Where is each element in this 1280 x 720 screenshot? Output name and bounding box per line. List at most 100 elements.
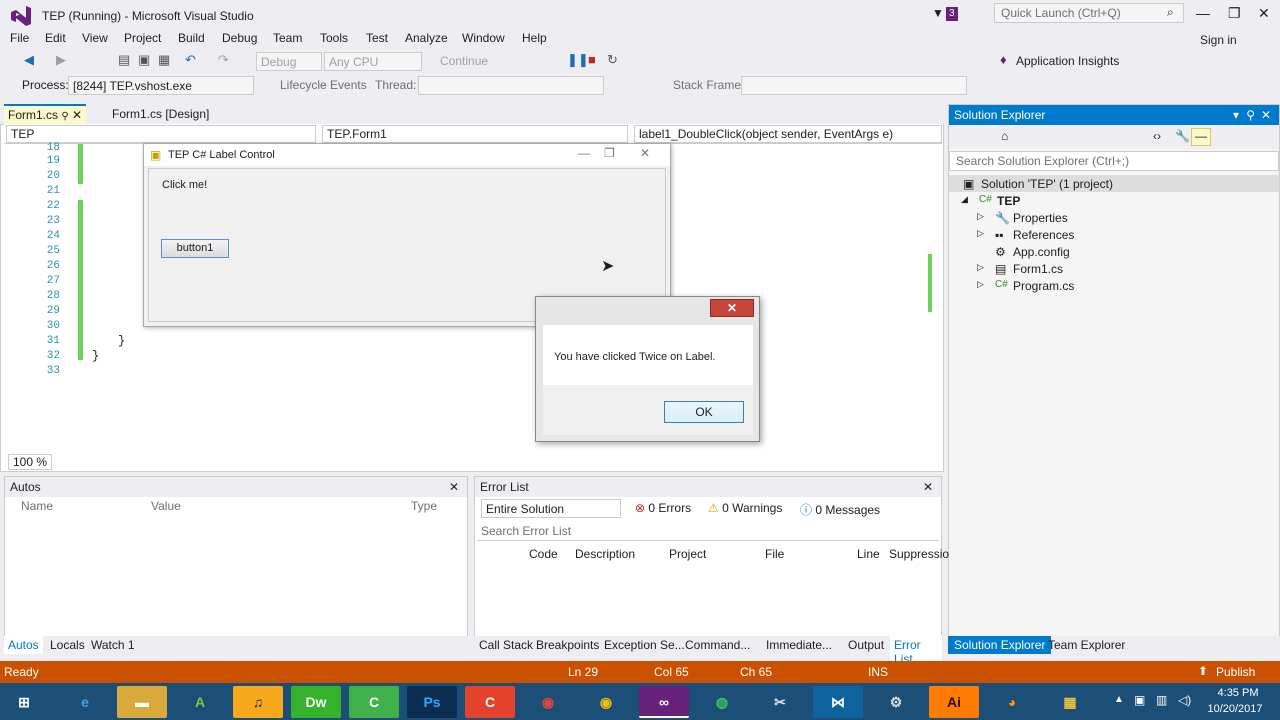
tab-command[interactable]: Command... [685, 638, 750, 652]
col-suppression[interactable]: Suppressio [889, 547, 949, 561]
menu-analyze[interactable]: Analyze [405, 31, 448, 45]
back-icon[interactable]: ◀ [24, 52, 34, 68]
tab-immediate[interactable]: Immediate... [766, 638, 832, 652]
col-type[interactable]: Type [411, 499, 437, 513]
clock-time[interactable]: 4:35 PM [1210, 687, 1266, 699]
save-icon[interactable]: ▣ [138, 52, 150, 68]
chrome-icon[interactable]: ◉ [523, 686, 573, 718]
collapse-arrow-icon[interactable]: ▷ [977, 262, 984, 273]
messages-filter[interactable]: ⓘ 0 Messages [800, 501, 880, 518]
project-node[interactable]: TEP [997, 194, 1020, 208]
ok-button[interactable]: OK [664, 401, 744, 423]
search-icon[interactable]: ⌕ [1167, 5, 1174, 20]
collapse-arrow-icon[interactable]: ▷ [977, 279, 984, 290]
publish-up-icon[interactable]: ⬆ [1198, 664, 1208, 678]
volume-icon[interactable]: ◁) [1178, 693, 1191, 707]
menu-debug[interactable]: Debug [222, 31, 257, 45]
snipping-tool-icon[interactable]: ✂ [755, 686, 805, 718]
continue-button[interactable]: Continue [440, 54, 488, 68]
form-maximize-button[interactable]: ❐ [604, 146, 615, 160]
android-studio-icon[interactable]: A [175, 686, 225, 718]
save-all-icon[interactable]: ▦ [158, 52, 170, 68]
visual-studio-taskbar-icon[interactable]: ∞ [639, 686, 689, 718]
thread-dropdown[interactable] [418, 76, 604, 95]
folder-icon[interactable]: ▦ [1045, 686, 1095, 718]
col-project[interactable]: Project [669, 547, 706, 561]
vscode-icon[interactable]: ⋈ [813, 686, 863, 718]
publish-button[interactable]: Publish [1216, 665, 1255, 679]
close-button[interactable]: ✕ [1258, 5, 1270, 22]
solution-node[interactable]: Solution 'TEP' (1 project) [981, 177, 1113, 191]
col-value[interactable]: Value [151, 499, 181, 513]
tab-team-explorer[interactable]: Team Explorer [1048, 638, 1125, 652]
stop-icon[interactable]: ■ [588, 52, 596, 67]
tab-locals[interactable]: Locals [50, 638, 85, 652]
menu-help[interactable]: Help [522, 31, 547, 45]
notification-badge[interactable]: 3 [946, 7, 958, 21]
codeblocks-icon[interactable]: C [465, 686, 515, 718]
globe-icon[interactable]: ◍ [697, 686, 747, 718]
collapse-arrow-icon[interactable]: ▷ [977, 228, 984, 239]
tab-output[interactable]: Output [848, 638, 884, 652]
tab-close-icon[interactable]: ✕ [72, 108, 82, 122]
minimize-button[interactable]: — [1196, 5, 1210, 21]
maximize-button[interactable]: ❐ [1228, 5, 1241, 22]
tab-breakpoints[interactable]: Breakpoints [536, 638, 599, 652]
chrome-second-icon[interactable]: ◉ [581, 686, 631, 718]
menu-build[interactable]: Build [178, 31, 205, 45]
click-me-label[interactable]: Click me! [162, 179, 207, 191]
tray-app-icon[interactable]: ▣ [1134, 693, 1145, 707]
zoom-dropdown[interactable]: 100 % [8, 454, 53, 470]
tab-call-stack[interactable]: Call Stack [479, 638, 533, 652]
tab-form1-cs[interactable]: Form1.cs ⚲ ✕ [4, 104, 87, 124]
tree-item-references[interactable]: References [1013, 228, 1074, 242]
application-insights-button[interactable]: Application Insights [1016, 54, 1119, 68]
menu-test[interactable]: Test [366, 31, 388, 45]
menu-team[interactable]: Team [273, 31, 302, 45]
tab-form1-design[interactable]: Form1.cs [Design] [108, 104, 213, 124]
col-description[interactable]: Description [575, 547, 635, 561]
camtasia-icon[interactable]: C [349, 686, 399, 718]
clock-date[interactable]: 10/20/2017 [1204, 703, 1266, 715]
restart-icon[interactable]: ↻ [607, 52, 618, 68]
preview-icon[interactable]: — [1191, 128, 1211, 146]
pin-icon[interactable]: ⚲ [61, 111, 68, 122]
tree-item-app-config[interactable]: App.config [1013, 245, 1070, 259]
panel-close-icon[interactable]: ✕ [449, 480, 459, 494]
forward-icon[interactable]: ▶ [56, 52, 66, 68]
menu-view[interactable]: View [82, 31, 108, 45]
button1[interactable]: button1 [161, 239, 229, 258]
menu-project[interactable]: Project [124, 31, 161, 45]
process-dropdown[interactable]: [8244] TEP.vshost.exe [68, 76, 254, 95]
error-search-input[interactable]: Search Error List [477, 521, 939, 541]
message-box-close-button[interactable]: ✕ [710, 299, 754, 317]
tree-item-properties[interactable]: Properties [1013, 211, 1068, 225]
file-explorer-icon[interactable]: ▬ [117, 686, 167, 718]
scope-dropdown[interactable]: Entire Solution [481, 499, 621, 518]
wrench-icon[interactable]: 🔧 [1175, 129, 1190, 143]
notification-flag-icon[interactable]: ▼ [932, 6, 944, 20]
menu-file[interactable]: File [10, 31, 29, 45]
headphones-icon[interactable]: ♫ [233, 686, 283, 718]
pause-icon[interactable]: ❚❚ [567, 52, 589, 68]
tab-watch1[interactable]: Watch 1 [91, 638, 135, 652]
menu-edit[interactable]: Edit [45, 31, 66, 45]
open-icon[interactable]: ▤ [118, 52, 130, 68]
illustrator-icon[interactable]: Ai [929, 686, 979, 718]
home-icon[interactable]: ⌂ [1001, 129, 1008, 143]
errors-filter[interactable]: ⊗ 0 Errors [635, 501, 691, 515]
photoshop-icon[interactable]: Ps [407, 686, 457, 718]
lifecycle-events-button[interactable]: Lifecycle Events [280, 78, 367, 92]
menu-tools[interactable]: Tools [320, 31, 348, 45]
panel-pin-icon[interactable]: ⚲ [1246, 108, 1255, 122]
tree-item-form1-cs[interactable]: Form1.cs [1013, 262, 1063, 276]
start-button-icon[interactable]: ⊞ [0, 686, 48, 718]
firefox-icon[interactable]: ◕ [987, 686, 1037, 718]
sign-in-link[interactable]: Sign in [1200, 33, 1237, 47]
collapse-arrow-icon[interactable]: ▷ [977, 211, 984, 222]
solution-search-input[interactable]: Search Solution Explorer (Ctrl+;) [949, 151, 1279, 171]
tab-autos[interactable]: Autos [4, 636, 43, 654]
code-icon[interactable]: ‹› [1153, 129, 1161, 143]
form-close-button[interactable]: ✕ [640, 146, 650, 160]
tab-exception-settings[interactable]: Exception Se... [604, 638, 685, 652]
